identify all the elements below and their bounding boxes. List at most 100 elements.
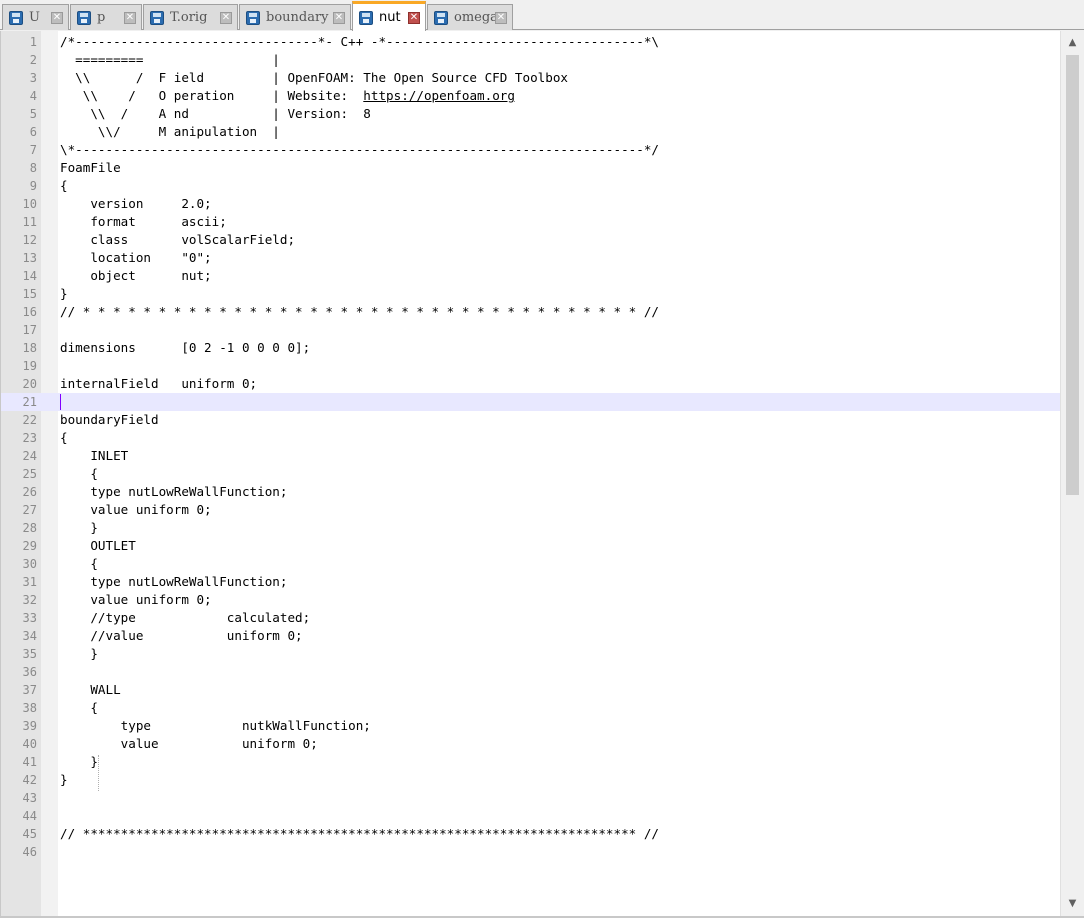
vertical-scrollbar[interactable]: ▲ ▼: [1060, 31, 1084, 916]
tab-boundary[interactable]: boundary ✕: [239, 4, 351, 30]
scrollbar-thumb[interactable]: [1066, 55, 1079, 495]
line-text: type nutkWallFunction;: [60, 718, 371, 733]
line-text: }: [60, 286, 68, 301]
code-line[interactable]: 26 type nutLowReWallFunction;: [1, 483, 1061, 501]
code-line[interactable]: 22 boundaryField: [1, 411, 1061, 429]
line-text: \\/ M anipulation |: [60, 124, 280, 139]
close-icon[interactable]: ✕: [495, 11, 507, 24]
close-icon[interactable]: ✕: [408, 11, 420, 24]
code-line[interactable]: 7 \*-------------------------------------…: [1, 141, 1061, 159]
code-line[interactable]: 25 {: [1, 465, 1061, 483]
code-line[interactable]: 39 type nutkWallFunction;: [1, 717, 1061, 735]
line-text: type nutLowReWallFunction;: [60, 484, 288, 499]
code-line[interactable]: 11 format ascii;: [1, 213, 1061, 231]
code-line[interactable]: 33 //type calculated;: [1, 609, 1061, 627]
code-line[interactable]: 8 FoamFile: [1, 159, 1061, 177]
line-number: 46: [22, 845, 37, 859]
close-icon[interactable]: ✕: [333, 11, 345, 24]
code-line[interactable]: 23 {: [1, 429, 1061, 447]
line-text: }: [60, 754, 98, 769]
line-number: 36: [22, 665, 37, 679]
close-icon[interactable]: ✕: [220, 11, 232, 24]
code-line[interactable]: 24 INLET: [1, 447, 1061, 465]
line-text: version 2.0;: [60, 196, 212, 211]
code-line[interactable]: 44: [1, 807, 1061, 825]
line-text: \*--------------------------------------…: [60, 142, 659, 157]
line-text: object nut;: [60, 268, 212, 283]
code-line[interactable]: 35 }: [1, 645, 1061, 663]
code-line[interactable]: 31 type nutLowReWallFunction;: [1, 573, 1061, 591]
code-line[interactable]: 37 WALL: [1, 681, 1061, 699]
text-caret: [60, 394, 61, 410]
code-line[interactable]: 10 version 2.0;: [1, 195, 1061, 213]
line-text: // *************************************…: [60, 826, 659, 841]
close-icon[interactable]: ✕: [124, 11, 136, 24]
code-line[interactable]: 42}: [1, 771, 1061, 789]
code-line[interactable]: 38 {: [1, 699, 1061, 717]
code-line[interactable]: 4 \\ / O peration | Website: https://ope…: [1, 87, 1061, 105]
line-number: 7: [29, 143, 37, 157]
tab-t-orig[interactable]: T.orig ✕: [143, 4, 238, 30]
code-line[interactable]: 3 \\ / F ield | OpenFOAM: The Open Sourc…: [1, 69, 1061, 87]
indent-guide: [98, 755, 99, 791]
line-text: location "0";: [60, 250, 212, 265]
tab-nut[interactable]: nut ✕: [352, 1, 426, 31]
line-number: 38: [22, 701, 37, 715]
code-area[interactable]: 1 /*--------------------------------*- C+…: [1, 33, 1061, 861]
code-line[interactable]: 15}: [1, 285, 1061, 303]
code-line[interactable]: 19: [1, 357, 1061, 375]
line-text: class volScalarField;: [60, 232, 296, 247]
code-line[interactable]: 1 /*--------------------------------*- C+…: [1, 33, 1061, 51]
code-line[interactable]: 30 {: [1, 555, 1061, 573]
code-line[interactable]: 9{: [1, 177, 1061, 195]
code-line[interactable]: 21: [1, 393, 1061, 411]
code-line[interactable]: 20 internalField uniform 0;: [1, 375, 1061, 393]
code-line[interactable]: 46: [1, 843, 1061, 861]
arrow-up-icon[interactable]: ▲: [1061, 33, 1084, 53]
code-line[interactable]: 13 location "0";: [1, 249, 1061, 267]
tab-u[interactable]: U ✕: [2, 4, 69, 30]
code-line[interactable]: 2 ========= |: [1, 51, 1061, 69]
code-line[interactable]: 18 dimensions [0 2 -1 0 0 0 0];: [1, 339, 1061, 357]
code-line[interactable]: 28 }: [1, 519, 1061, 537]
code-line[interactable]: 36: [1, 663, 1061, 681]
line-text: // * * * * * * * * * * * * * * * * * * *…: [60, 304, 659, 319]
line-number: 14: [22, 269, 37, 283]
line-number: 35: [22, 647, 37, 661]
line-number: 42: [22, 773, 37, 787]
line-number: 15: [22, 287, 37, 301]
code-editor[interactable]: 1 /*--------------------------------*- C+…: [0, 31, 1084, 916]
code-line[interactable]: 14 object nut;: [1, 267, 1061, 285]
code-line[interactable]: 43: [1, 789, 1061, 807]
close-icon[interactable]: ✕: [51, 11, 63, 24]
line-number: 33: [22, 611, 37, 625]
code-line[interactable]: 34 //value uniform 0;: [1, 627, 1061, 645]
code-line[interactable]: 27 value uniform 0;: [1, 501, 1061, 519]
code-line[interactable]: 12 class volScalarField;: [1, 231, 1061, 249]
line-number: 22: [22, 413, 37, 427]
line-number: 17: [22, 323, 37, 337]
tab-p[interactable]: p ✕: [70, 4, 142, 30]
code-line[interactable]: 29 OUTLET: [1, 537, 1061, 555]
code-line[interactable]: 16 // * * * * * * * * * * * * * * * * * *…: [1, 303, 1061, 321]
notepad-window: U ✕ p ✕ T.orig ✕ boundary ✕ nut ✕ omega …: [0, 0, 1084, 918]
code-line[interactable]: 41 }: [1, 753, 1061, 771]
line-number: 39: [22, 719, 37, 733]
line-text: dimensions [0 2 -1 0 0 0 0];: [60, 340, 311, 355]
line-text: \\ / F ield | OpenFOAM: The Open Source …: [60, 70, 568, 85]
code-line[interactable]: 45 // ***********************************…: [1, 825, 1061, 843]
code-line[interactable]: 40 value uniform 0;: [1, 735, 1061, 753]
line-number: 20: [22, 377, 37, 391]
code-line[interactable]: 6 \\/ M anipulation |: [1, 123, 1061, 141]
arrow-down-icon[interactable]: ▼: [1061, 894, 1084, 914]
save-icon: [246, 10, 260, 25]
line-number: 40: [22, 737, 37, 751]
code-line[interactable]: 5 \\ / A nd | Version: 8: [1, 105, 1061, 123]
tab-label: nut: [379, 10, 401, 25]
code-line[interactable]: 32 value uniform 0;: [1, 591, 1061, 609]
tab-omega[interactable]: omega ✕: [427, 4, 513, 30]
save-icon: [9, 10, 23, 25]
code-line[interactable]: 17: [1, 321, 1061, 339]
line-text: internalField uniform 0;: [60, 376, 258, 391]
website-link[interactable]: https://openfoam.org: [363, 88, 515, 103]
